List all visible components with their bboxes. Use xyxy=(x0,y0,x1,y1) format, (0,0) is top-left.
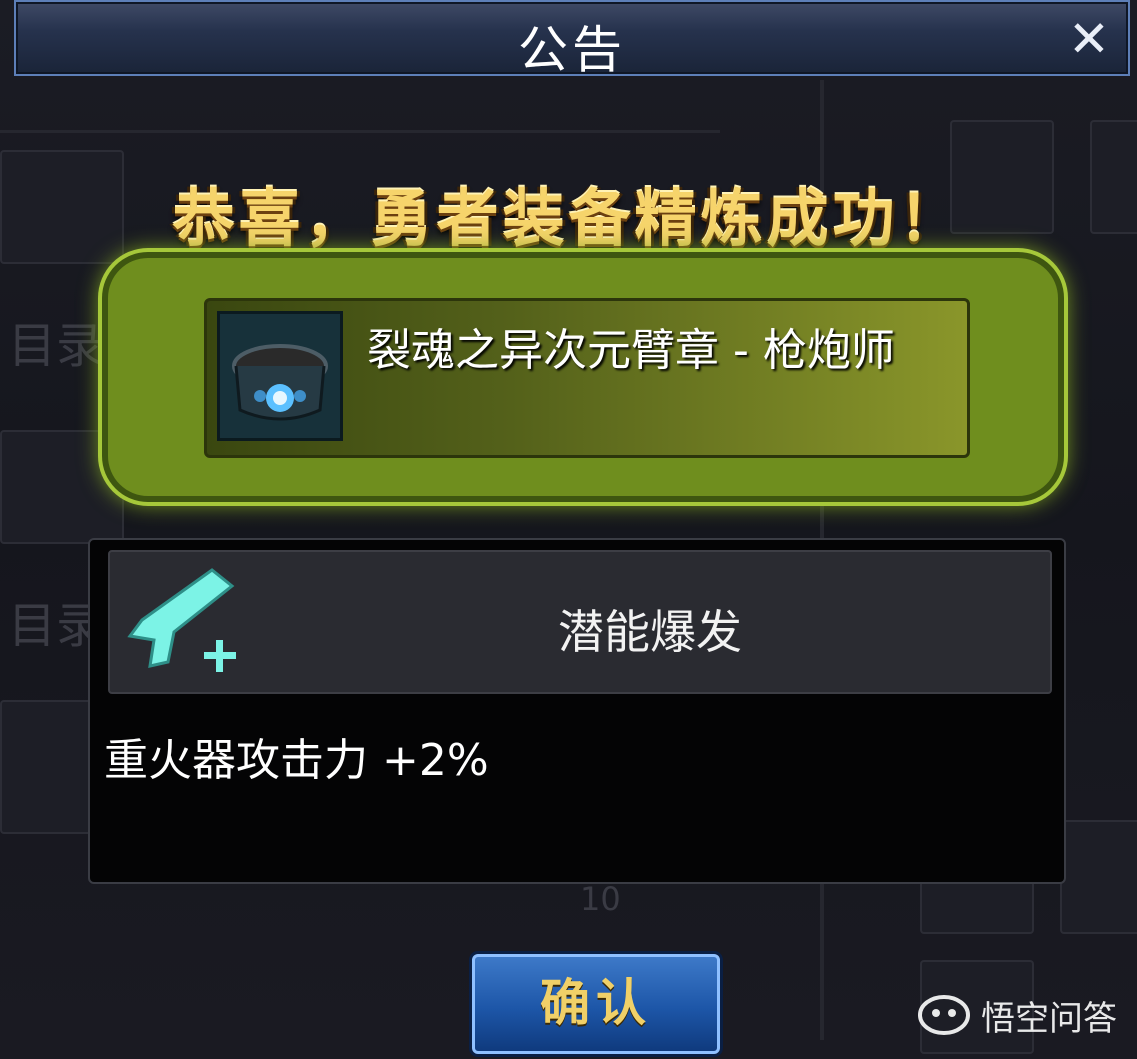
bg-divider xyxy=(0,130,720,133)
close-icon: ✕ xyxy=(1068,10,1110,68)
congrats-headline: 恭喜，勇者装备精炼成功！ xyxy=(172,182,965,255)
item-card: 裂魂之异次元臂章 - 枪炮师 xyxy=(204,298,970,458)
bg-item-slot xyxy=(0,700,94,834)
watermark-text: 悟空问答 xyxy=(981,998,1117,1039)
dialog-titlebar[interactable]: 公告 ✕ xyxy=(14,0,1130,79)
confirm-button[interactable]: 确认 xyxy=(472,954,720,1054)
item-frame: 裂魂之异次元臂章 - 枪炮师 xyxy=(108,258,1058,496)
dialog-title: 公告 xyxy=(518,21,626,79)
bg-item-slot xyxy=(1060,820,1137,934)
heavy-weapon-plus-icon xyxy=(116,558,244,686)
effect-text: 重火器攻击力 +2% xyxy=(104,735,489,786)
bg-item-slot xyxy=(0,430,124,544)
close-button[interactable]: ✕ xyxy=(1064,14,1114,64)
game-background: 目录 目录 10 xyxy=(0,0,1137,1059)
item-name: 裂魂之异次元臂章 - 枪炮师 xyxy=(367,325,895,376)
watermark: 悟空问答 xyxy=(917,985,1117,1045)
bg-number: 10 xyxy=(580,880,621,918)
armband-item-icon xyxy=(217,311,343,441)
skill-bar: 潜能爆发 xyxy=(108,550,1052,694)
wukong-logo-icon xyxy=(918,995,970,1035)
skill-name: 潜能爆发 xyxy=(558,605,742,659)
info-panel: 潜能爆发 重火器攻击力 +2% xyxy=(88,538,1066,884)
bg-label: 目录 xyxy=(8,318,105,374)
